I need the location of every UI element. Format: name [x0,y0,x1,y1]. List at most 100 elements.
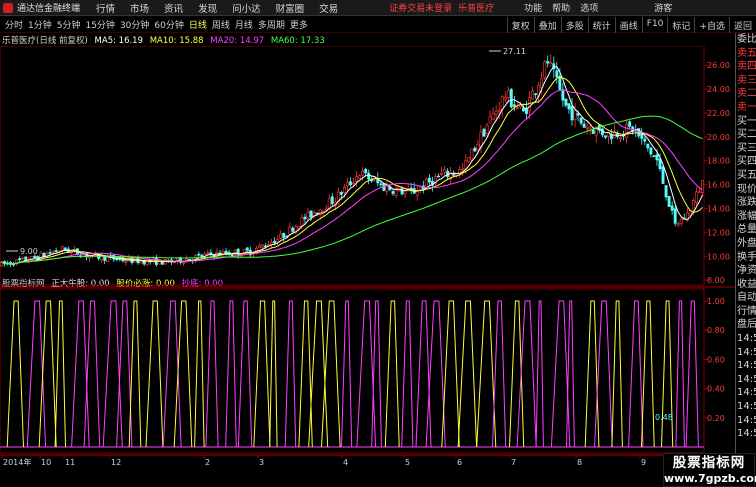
indicator-signal-pulse [38,300,57,448]
ma5-line [1,66,703,265]
login-notice[interactable]: 证券交易未登录 [389,1,452,14]
candle-body [440,173,443,175]
period-tab[interactable]: 5分钟 [57,18,81,31]
candle-body [576,113,580,116]
period-tab-more[interactable]: 更多 [290,18,308,31]
menu-item-quotes[interactable]: 行情 [96,1,115,15]
tool-back-button[interactable]: 返回 [728,17,756,33]
indicator-axis: 1.00 0.80 0.60 0.40 0.20 [704,297,725,423]
tool-favorite-button[interactable]: +自选 [694,17,729,33]
candle-body [609,134,613,140]
date-tick-label: 4 [343,458,348,467]
user-label[interactable]: 游客 [654,1,672,14]
indicator-signal-pulse [457,300,478,448]
app-logo-icon [3,2,13,13]
quote-row-label: 总量 [737,224,756,236]
period-tab[interactable]: 30分钟 [120,18,149,31]
indicator-signal-pulse [162,300,182,448]
candle-body [482,128,486,137]
quote-row-label: 换手 [737,251,756,263]
candle-body [42,253,46,257]
candle-body [567,103,571,110]
candle-body [461,168,465,171]
candle-body [452,174,456,176]
candle-body [51,251,55,254]
indicator-signal-pulse [401,300,414,448]
period-tab[interactable]: 1分钟 [28,18,52,31]
quote-row-label: 涨跌 [737,197,756,209]
candle-body [21,257,25,260]
quote-row-label: 卖四 [737,61,756,73]
candle-body [494,111,498,115]
candle-body [257,245,261,248]
date-tick-label: 8 [577,458,582,467]
price-tick-label: 20.00 [707,133,730,142]
tool-stats-button[interactable]: 统计 [587,17,615,33]
main-chart-title: 乐普医疗(日线 前复权) MA5: 16.19 MA10: 15.88 MA20… [2,34,329,46]
menu-item-market[interactable]: 市场 [130,1,149,15]
candle-body [342,186,346,193]
moving-average-lines [1,66,703,265]
menu-item-discover[interactable]: 发现 [198,1,217,15]
candle-body [355,176,359,182]
tool-multi-button[interactable]: 多股 [560,17,588,33]
candle-body [291,227,295,232]
menu-item-function[interactable]: 功能 [524,1,542,14]
menu-item-wealth[interactable]: 财富圈 [276,1,305,15]
date-tick-label: 11 [65,458,75,467]
candle-body [330,196,334,205]
menu-item-help[interactable]: 帮助 [552,1,570,14]
candle-body [470,148,474,161]
menu-item-options[interactable]: 选项 [580,1,598,14]
menu-item-news[interactable]: 资讯 [164,1,183,15]
candle-body [345,182,349,187]
candle-body [676,223,680,226]
period-tab[interactable]: 分时 [5,18,23,31]
candle-body [619,137,623,140]
candle-body [491,112,495,120]
candle-body [476,144,480,150]
candle-body [543,61,547,78]
candle-body [561,89,565,101]
quote-row-label: 卖三 [737,74,756,86]
candle-body [500,96,504,110]
quote-row-label: 卖一 [737,101,756,113]
candle-body [197,253,201,256]
period-tab-active[interactable]: 日线 [189,18,207,31]
tool-fq-button[interactable]: 复权 [506,17,534,33]
candle-body [582,123,586,128]
candle-body [585,126,589,129]
period-tab[interactable]: 60分钟 [154,18,183,31]
tool-overlay-button[interactable]: 叠加 [533,17,561,33]
indicator-current-value: 0.48 [655,413,673,422]
date-tick-label: 9 [641,458,646,467]
quote-row-label: 买一 [737,115,756,127]
tick-row-label: 行情 [737,305,756,317]
indicator-signal-pulse [594,300,613,448]
indicator-signal-pulse [145,300,164,448]
candle-body [646,143,650,149]
tick-row-label: 盘后 [737,319,756,331]
candle-body [628,121,632,127]
menu-item-ask[interactable]: 问小达 [232,1,261,15]
candle-body [391,191,395,194]
indicator-signal-pulse [675,300,685,448]
candle-body [60,246,64,251]
candle-body [273,240,277,244]
period-tab[interactable]: 多周期 [258,18,285,31]
menu-item-trade[interactable]: 交易 [319,1,338,15]
indicator-signal-pulse [566,300,575,448]
period-tab[interactable]: 周线 [212,18,230,31]
tick-row-label: 14:50 [737,428,756,440]
tool-f10-button[interactable]: F10 [641,17,668,33]
candle-body [549,62,553,65]
quote-row-label: 委比 [737,34,756,45]
tool-draw-button[interactable]: 画线 [614,17,642,33]
candle-body [473,147,477,152]
period-tab[interactable]: 月线 [235,18,253,31]
kline-chart[interactable]: 27.11 9.00 26.00 24.00 22.00 20.00 18.00 16.0… [0,46,735,487]
tool-mark-button[interactable]: 标记 [667,17,694,33]
candle-body [691,200,695,211]
candle-body [603,135,607,138]
period-tab[interactable]: 15分钟 [85,18,114,31]
